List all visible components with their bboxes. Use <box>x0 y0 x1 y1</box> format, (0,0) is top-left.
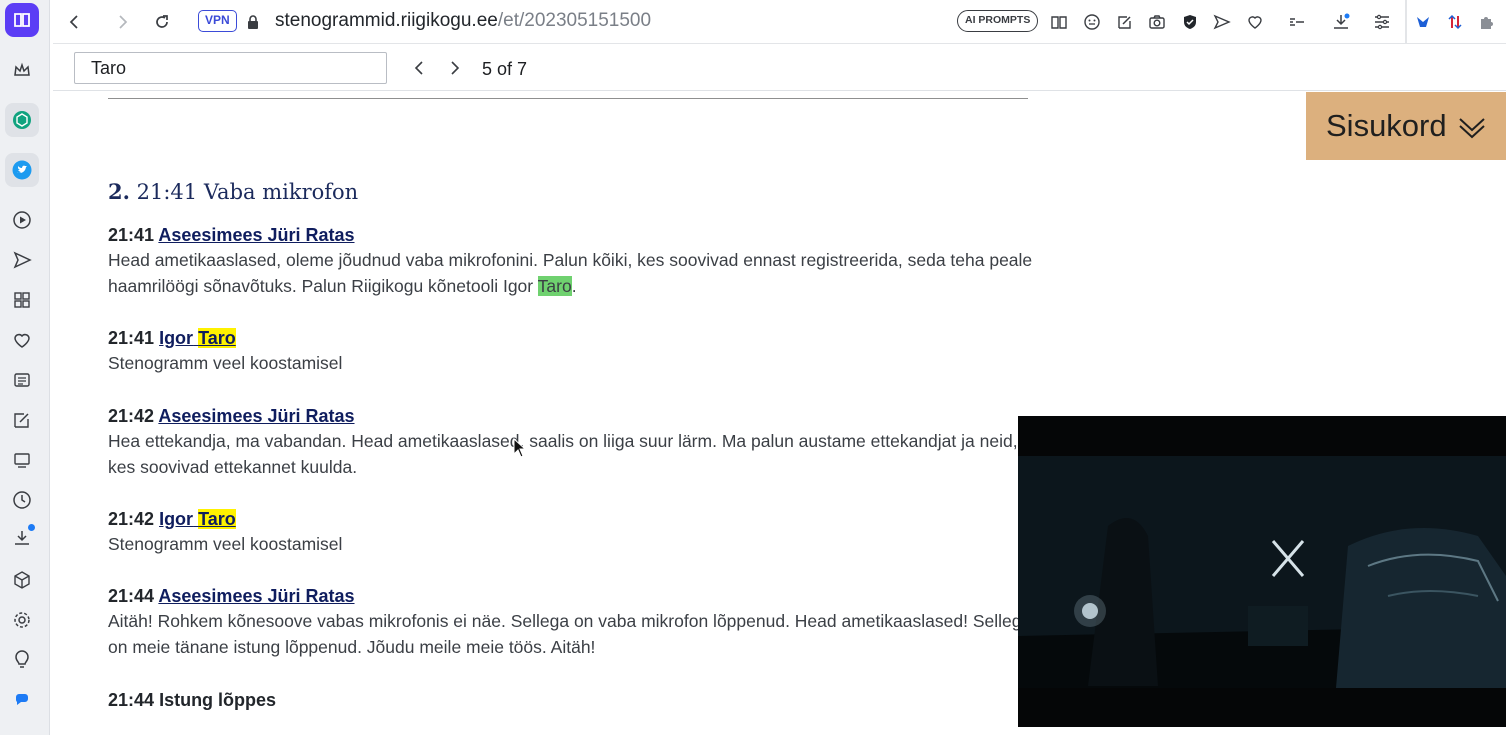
emoji-icon[interactable] <box>1078 8 1106 36</box>
find-match: Taro <box>198 509 236 529</box>
history-clock-icon[interactable] <box>5 483 39 517</box>
entry-text: Hea ettekandja, ma vabandan. Head ametik… <box>108 431 1018 477</box>
transcript-entry: 21:44 Istung lõppes <box>108 688 1038 712</box>
transcript-entry: 21:41 Aseesimees Jüri Ratas Head ametika… <box>108 223 1038 299</box>
transcript-entry: 21:42 Aseesimees Jüri Ratas Hea ettekand… <box>108 404 1038 480</box>
settings-gear-icon[interactable] <box>5 603 39 637</box>
url-path: /et/202305151500 <box>497 10 652 31</box>
page-content: 2. 21:41 Vaba mikrofon 21:41 Aseesimees … <box>53 92 1506 735</box>
extension-heart-icon[interactable] <box>1409 8 1437 36</box>
find-input[interactable]: Taro <box>74 52 387 84</box>
video-popout-player[interactable] <box>1018 416 1506 727</box>
find-previous-icon[interactable] <box>407 55 433 81</box>
send-toolbar-icon[interactable] <box>1208 8 1236 36</box>
downloads-icon[interactable] <box>5 521 39 555</box>
speaker-link[interactable]: Igor Taro <box>159 328 236 348</box>
back-icon[interactable] <box>61 8 89 36</box>
lightbulb-icon[interactable] <box>5 643 39 677</box>
url-host: stenogrammid.riigikogu.ee <box>275 10 498 31</box>
video-frame <box>1018 456 1506 688</box>
entry-time: 21:41 <box>108 225 155 245</box>
entry-text: Aitäh! Rohkem kõnesoove vabas mikrofonis… <box>108 611 1032 657</box>
speaker-link[interactable]: Igor Taro <box>159 509 236 529</box>
speaker-link[interactable]: Aseesimees Jüri Ratas <box>158 225 354 245</box>
speed-dial-icon[interactable] <box>5 283 39 317</box>
shield-icon[interactable] <box>1176 8 1204 36</box>
easy-setup-icon[interactable] <box>1368 8 1396 36</box>
ai-prompts-button[interactable]: AI PROMPTS <box>957 10 1039 32</box>
section-title-text: 21:41 Vaba mikrofon <box>136 180 359 204</box>
speaker-link[interactable]: Aseesimees Jüri Ratas <box>158 586 354 606</box>
find-match: Taro <box>198 328 236 348</box>
toolbar-separator <box>1405 0 1407 44</box>
download-badge-dot <box>28 524 35 531</box>
twitter-icon[interactable] <box>5 153 39 187</box>
chat-bubble-icon[interactable] <box>5 683 39 717</box>
section-title: 2. 21:41 Vaba mikrofon <box>108 178 358 206</box>
transcript-entry: 21:44 Aseesimees Jüri Ratas Aitäh! Rohke… <box>108 584 1038 660</box>
speaker-first-name: Igor <box>159 328 194 348</box>
chevron-down-icon <box>1458 118 1485 139</box>
extension-puzzle-icon[interactable] <box>1473 8 1501 36</box>
transcript-entry: 21:41 Igor Taro Stenogramm veel koostami… <box>108 326 1038 376</box>
find-next-icon[interactable] <box>441 55 467 81</box>
entry-text-end: . <box>571 276 577 296</box>
camera-icon[interactable] <box>1143 8 1171 36</box>
speaker-first-name: Igor <box>159 509 194 529</box>
session-end-label: Istung lõppes <box>159 690 277 710</box>
vpn-badge[interactable]: VPN <box>198 10 237 32</box>
browser-sidebar <box>0 0 50 735</box>
heart-toolbar-icon[interactable] <box>1241 8 1269 36</box>
news-icon[interactable] <box>5 363 39 397</box>
extension-arrows-icon[interactable] <box>1441 8 1469 36</box>
extensions-cube-icon[interactable] <box>5 563 39 597</box>
transcript-entry: 21:42 Igor Taro Stenogramm veel koostami… <box>108 507 1038 557</box>
entry-time: 21:41 <box>108 328 155 348</box>
entry-text: Stenogramm veel koostamisel <box>108 353 343 373</box>
speaker-link[interactable]: Aseesimees Jüri Ratas <box>158 406 354 426</box>
address-bar[interactable]: stenogrammid.riigikogu.ee/et/20230515150… <box>275 9 651 33</box>
entry-time: 21:42 <box>108 509 155 529</box>
download-toolbar-icon[interactable] <box>1327 8 1355 36</box>
entry-time: 21:44 <box>108 690 155 710</box>
entry-time: 21:42 <box>108 406 155 426</box>
mouse-cursor-icon <box>513 438 527 458</box>
find-match-current: Taro <box>537 276 572 296</box>
bookmarks-heart-icon[interactable] <box>5 323 39 357</box>
opera-menu-icon[interactable] <box>5 3 39 37</box>
forward-icon[interactable] <box>108 8 136 36</box>
toc-button-label: Sisukord <box>1326 108 1447 143</box>
lock-icon[interactable] <box>239 8 267 36</box>
send-icon[interactable] <box>5 243 39 277</box>
toc-button[interactable]: Sisukord <box>1306 92 1506 160</box>
find-in-page-bar: Taro 5 of 7 <box>53 45 1506 91</box>
section-divider <box>108 98 1028 99</box>
pinboard-icon[interactable] <box>5 403 39 437</box>
player-icon[interactable] <box>5 203 39 237</box>
entry-time: 21:44 <box>108 586 155 606</box>
battery-saver-icon[interactable] <box>1283 8 1311 36</box>
section-number: 2. <box>108 179 130 204</box>
crown-icon[interactable] <box>5 53 39 87</box>
chatgpt-icon[interactable] <box>5 103 39 137</box>
pinboard-toolbar-icon[interactable] <box>1111 8 1139 36</box>
reload-icon[interactable] <box>148 8 176 36</box>
browser-toolbar: VPN stenogrammid.riigikogu.ee/et/2023051… <box>53 0 1506 44</box>
tabs-icon[interactable] <box>5 443 39 477</box>
find-match-count: 5 of 7 <box>482 59 528 79</box>
reader-mode-icon[interactable] <box>1045 8 1073 36</box>
entry-text: Stenogramm veel koostamisel <box>108 534 343 554</box>
